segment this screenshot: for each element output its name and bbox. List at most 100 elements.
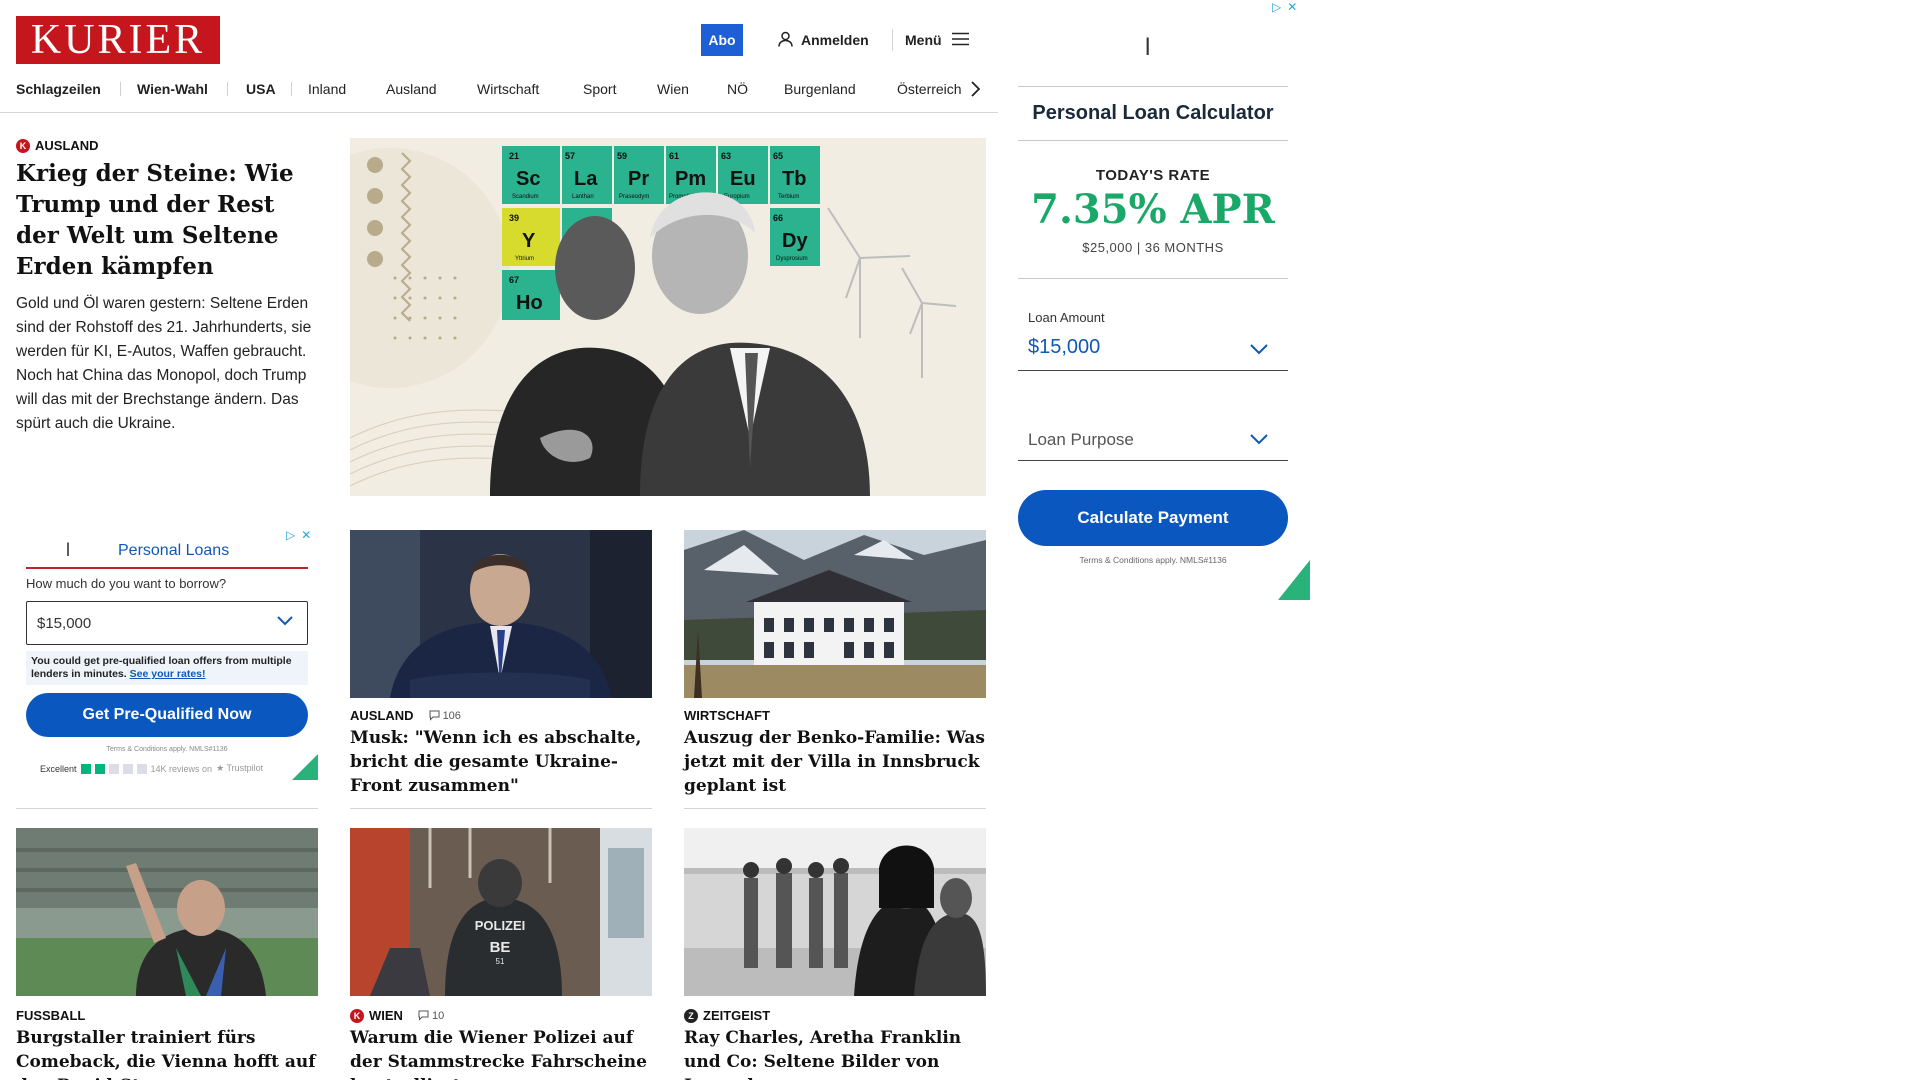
loan-amount-select[interactable]: $15,000 <box>1028 336 1100 359</box>
kurier-plus-icon: K <box>16 138 30 153</box>
element-symbol: Eu <box>730 168 756 190</box>
card-headline[interactable]: Burgstaller trainiert fürs Comeback, die… <box>16 1026 318 1080</box>
card-kicker[interactable]: Z Zeitgeist <box>684 1008 770 1023</box>
rating-label: Excellent <box>40 763 77 774</box>
borrow-question: How much do you want to borrow? <box>26 576 227 591</box>
star-icon <box>122 763 133 774</box>
login-link[interactable]: Anmelden <box>778 30 869 50</box>
calculate-payment-button[interactable]: Calculate Payment <box>1018 490 1288 546</box>
card-divider <box>684 808 986 809</box>
chevron-down-icon[interactable] <box>1250 344 1268 355</box>
star-icon <box>108 763 119 774</box>
chevron-right-icon <box>970 81 980 97</box>
adchoices[interactable]: ▷ ✕ <box>1272 0 1297 14</box>
card-kicker-label: Zeitgeist <box>703 1008 771 1023</box>
element-name: Lanthan <box>572 194 594 200</box>
nav-item-usa[interactable]: USA <box>246 78 276 100</box>
card-image-burgstaller[interactable] <box>16 828 318 996</box>
see-rates-link[interactable]: See your rates! <box>130 668 206 680</box>
element-number: 65 <box>773 151 783 161</box>
card-headline[interactable]: Musk: "Wenn ich es abschalte, bricht die… <box>350 726 652 798</box>
borrow-amount-value: $15,000 <box>37 614 92 632</box>
close-icon: ✕ <box>1287 0 1298 14</box>
card-headline[interactable]: Auszug der Benko-Familie: Was jetzt mit … <box>684 726 986 798</box>
comment-count[interactable]: 10 <box>418 1010 444 1022</box>
nav-item-burgenland[interactable]: Burgenland <box>784 78 856 100</box>
comment-icon <box>429 710 440 721</box>
kurier-logo[interactable]: KURIER <box>16 16 220 64</box>
element-number: 57 <box>565 151 575 161</box>
adchoices[interactable]: ▷ ✕ <box>286 528 311 542</box>
card-image-legenden[interactable] <box>684 828 986 996</box>
nav-item-wirtschaft[interactable]: Wirtschaft <box>477 78 539 100</box>
personal-loans-ad[interactable]: ▷ ✕ l Personal Loans How much do you want… <box>16 526 318 780</box>
zeitgeist-icon: Z <box>684 1008 698 1023</box>
card-image-polizei[interactable]: POLIZEI BE 51 <box>350 828 652 996</box>
rate-value: 7.35% APR <box>1031 186 1275 233</box>
nav-divider <box>0 112 998 113</box>
card-image-villa[interactable] <box>684 530 986 698</box>
chevron-down-icon <box>277 616 293 626</box>
menu-button[interactable]: Menü <box>905 30 969 50</box>
ad-title: Personal Loans <box>118 542 230 559</box>
loan-purpose-select[interactable]: Loan Purpose <box>1028 430 1134 450</box>
reviews-count: 14K reviews on <box>150 763 213 774</box>
card-kicker[interactable]: Wirtschaft <box>684 708 770 723</box>
get-prequalified-button[interactable]: Get Pre-Qualified Now <box>26 693 308 737</box>
trustpilot-rating: Excellent 14K reviews on ★ Trustpilot <box>40 763 263 774</box>
card-divider <box>16 808 318 809</box>
comment-icon <box>418 1010 429 1021</box>
nav-item-sport[interactable]: Sport <box>583 78 616 100</box>
loan-calculator-ad[interactable]: ▷ ✕ l Personal Loan Calculator TODAY'S RA… <box>1010 0 1310 600</box>
ad-divider <box>1018 278 1288 279</box>
element-name: Yttrium <box>515 256 534 262</box>
nav-item-wien[interactable]: Wien <box>657 78 689 100</box>
nav-separator <box>291 82 292 96</box>
ad-divider <box>1018 86 1288 87</box>
nav-item-wien-wahl[interactable]: Wien-Wahl <box>137 78 208 100</box>
loan-amount-underline <box>1018 370 1288 371</box>
element-name: Scandium <box>512 194 539 200</box>
card-kicker[interactable]: Ausland 106 <box>350 708 461 723</box>
lead-headline[interactable]: Krieg der Steine: Wie Trump und der Rest… <box>16 158 316 282</box>
element-name: Terbium <box>778 194 799 200</box>
nav-item-inland[interactable]: Inland <box>308 78 346 100</box>
element-number: 61 <box>669 151 679 161</box>
nav-item-oesterreich[interactable]: Österreich <box>897 78 962 100</box>
adchoices-icon: ▷ <box>286 528 296 542</box>
card-headline[interactable]: Ray Charles, Aretha Franklin und Co: Sel… <box>684 1026 986 1080</box>
police-vest-text: POLIZEI <box>475 918 526 933</box>
card-headline[interactable]: Warum die Wiener Polizei auf der Stammst… <box>350 1026 652 1080</box>
lead-kicker[interactable]: K Ausland <box>16 138 99 153</box>
element-symbol: La <box>574 168 598 190</box>
element-name: Praseodym <box>619 194 649 200</box>
element-number: 66 <box>773 213 783 223</box>
nav-item-noe[interactable]: NÖ <box>727 78 748 100</box>
card-image-musk[interactable] <box>350 530 652 698</box>
borrow-amount-select[interactable]: $15,000 <box>26 601 308 645</box>
card-kicker[interactable]: Fussball <box>16 1008 85 1023</box>
adchoices-icon: ▷ <box>1272 0 1282 14</box>
ad-divider <box>1018 140 1288 141</box>
chevron-down-icon[interactable] <box>1250 434 1268 445</box>
ad-title-underline <box>26 567 308 569</box>
lead-teaser: Gold und Öl waren gestern: Seltene Erden… <box>16 295 312 432</box>
card-kicker[interactable]: K Wien 10 <box>350 1008 444 1023</box>
header-divider <box>892 29 893 51</box>
card-kicker-label: Fussball <box>16 1008 86 1023</box>
ad-terms: Terms & Conditions apply. NMLS#1136 <box>106 746 228 753</box>
element-number: 21 <box>509 151 519 161</box>
abo-button[interactable]: Abo <box>701 24 743 56</box>
trustpilot-logo: ★ Trustpilot <box>216 763 264 773</box>
nav-item-schlagzeilen[interactable]: Schlagzeilen <box>16 78 101 100</box>
ad-corner-decoration <box>292 754 318 780</box>
lead-image[interactable]: 21 Sc Scandium 57 La Lanthan 59 Pr Prase… <box>350 138 986 496</box>
comment-count-value: 10 <box>431 1009 445 1022</box>
element-symbol: Sc <box>516 168 540 190</box>
loan-amount-label: Loan Amount <box>1028 310 1105 325</box>
nav-next-button[interactable] <box>964 78 986 100</box>
advertiser-logo: l <box>1145 34 1151 61</box>
nav-item-ausland[interactable]: Ausland <box>386 78 437 100</box>
comment-count[interactable]: 106 <box>429 710 461 722</box>
close-icon: ✕ <box>301 528 312 542</box>
